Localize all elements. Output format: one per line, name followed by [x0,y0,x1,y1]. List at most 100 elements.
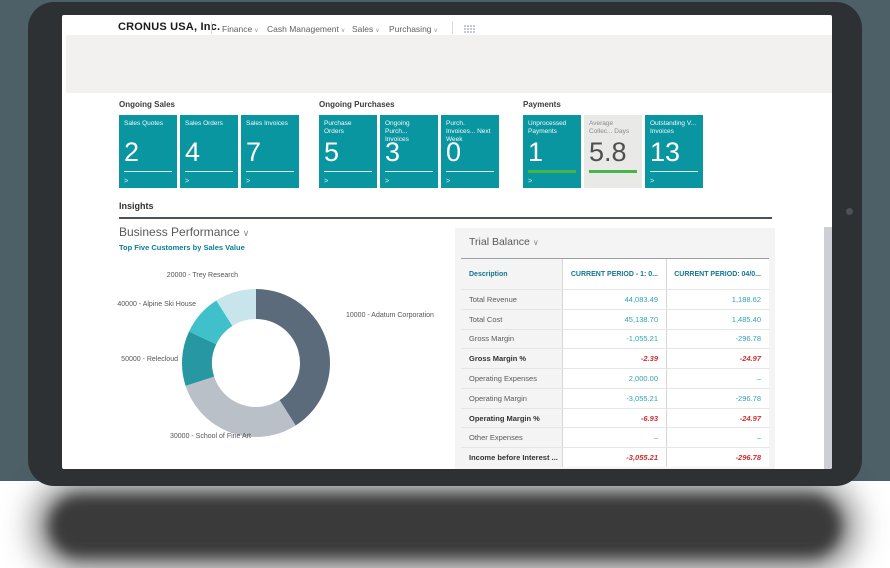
tile-ongoing-purchase-invoices[interactable]: Ongoing Purch... Invoices 3 > [380,115,438,188]
amount-cell[interactable]: -24.97 [666,408,769,428]
tile-purchase-invoices-next-week[interactable]: Purch. Invoices... Next Week 0 > [441,115,499,188]
business-performance-dropdown[interactable]: Business Performance ∨ [119,225,249,239]
row-description: Operating Margin % [469,413,540,423]
chart-title: Top Five Customers by Sales Value [119,243,245,252]
trial-balance-dropdown[interactable]: Trial Balance ∨ [469,236,539,248]
donut-segment[interactable] [256,289,330,426]
amount-cell[interactable]: 2,000.00 [562,369,666,388]
tile-group-title: Ongoing Purchases [319,100,395,109]
tile-value: 0 [446,137,462,167]
tile-label: Average Collec... Days [589,120,630,136]
chevron-down-icon: ∨ [532,238,539,247]
chevron-right-icon: > [650,176,655,185]
amount-cell[interactable]: -296.78 [666,388,769,408]
amount-cell[interactable]: -2.39 [562,349,666,369]
tile-value: 2 [124,137,140,167]
amount-cell[interactable]: 1,188.62 [666,290,769,309]
row-description: Operating Expenses [469,374,537,384]
nav-menu-label: Purchasing [389,24,432,34]
donut-chart [176,283,336,443]
table-row: Gross Margin % -2.39 -24.97 [461,349,769,370]
tile-unprocessed-payments[interactable]: Unprocessed Payments 1 > [523,115,581,188]
tile-label: Sales Quotes [124,120,164,127]
chevron-right-icon: > [324,176,329,185]
tile-group-ongoing-purchases: Ongoing Purchases Purchase Orders 5 > On… [319,100,499,188]
column-header-current-period: CURRENT PERIOD: 04/0... [666,259,769,289]
tablet-shadow [48,494,842,558]
nav-menu-cash-management[interactable]: Cash Management ∨ [267,24,345,34]
chevron-down-icon: ∨ [375,28,380,34]
tile-underline [124,171,172,172]
hero-band [66,35,832,93]
amount-cell[interactable]: – [666,369,769,388]
apps-grid-icon[interactable] [464,24,476,33]
trial-balance-table: Description CURRENT PERIOD - 1: 0... CUR… [461,258,769,468]
donut-segment[interactable] [185,376,296,438]
amount-cell[interactable]: -3,055.21 [562,448,666,468]
tile-label: Sales Orders [185,120,223,127]
table-row: Total Revenue 44,083.49 1,188.62 [461,290,769,310]
tile-value: 7 [246,137,262,167]
table-row: Operating Margin % -6.93 -24.97 [461,408,769,429]
tile-sales-invoices[interactable]: Sales Invoices 7 > [241,115,299,188]
tile-label: Purchase Orders [324,120,352,136]
business-performance-title: Business Performance [119,225,240,239]
nav-menu-label: Sales [352,24,374,34]
tile-group-title: Ongoing Sales [119,100,176,109]
tile-progress-bar [589,170,637,173]
row-description: Other Expenses [469,433,523,443]
amount-cell[interactable]: 44,083.49 [562,290,666,309]
tile-purchase-orders[interactable]: Purchase Orders 5 > [319,115,377,188]
insights-section-title: Insights [119,201,154,211]
tile-outstanding-vendor-invoices[interactable]: Outstanding V... Invoices 13 > [645,115,703,188]
page-edge-strip [824,227,832,469]
tile-progress-bar [528,170,576,173]
nav-menu-label: Finance [222,24,253,34]
amount-cell[interactable]: -24.97 [666,349,769,369]
amount-cell[interactable]: 1,485.40 [666,309,769,329]
amount-cell[interactable]: – [666,428,769,448]
nav-menu-finance[interactable]: Finance ∨ [222,24,259,34]
amount-cell[interactable]: -296.78 [666,448,769,468]
amount-cell[interactable]: -296.78 [666,329,769,349]
tile-sales-quotes[interactable]: Sales Quotes 2 > [119,115,177,188]
chevron-down-icon: ∨ [254,28,259,34]
row-description: Gross Margin % [469,354,527,364]
tile-average-collection-days[interactable]: Average Collec... Days 5.8 [584,115,642,188]
tile-value: 13 [650,137,681,167]
row-description: Gross Margin [469,334,515,344]
tile-underline [650,171,698,172]
nav-divider [452,21,453,34]
tile-sales-orders[interactable]: Sales Orders 4 > [180,115,238,188]
amount-cell[interactable]: – [562,428,666,448]
tile-value: 5.8 [589,137,627,167]
tile-value: 5 [324,137,340,167]
nav-menu-purchasing[interactable]: Purchasing ∨ [389,24,438,34]
amount-cell[interactable]: -1,055.21 [562,329,666,349]
tile-underline [246,171,294,172]
insights-divider [119,217,772,219]
row-description: Operating Margin [469,393,527,403]
nav-menu-sales[interactable]: Sales ∨ [352,24,380,34]
chevron-right-icon: > [446,176,451,185]
chevron-down-icon: ∨ [340,28,346,34]
trial-balance-title: Trial Balance [469,236,530,248]
chevron-right-icon: > [124,176,129,185]
tile-group-ongoing-sales: Ongoing Sales Sales Quotes 2 > Sales Ord… [119,100,299,188]
tablet-device: CRONUS USA, Inc. Finance ∨ Cash Managemen… [28,2,862,486]
tile-value: 3 [385,137,401,167]
tile-value: 4 [185,137,201,167]
row-description: Total Cost [469,314,503,324]
chevron-right-icon: > [385,176,390,185]
row-description: Total Revenue [469,294,517,304]
tile-group-title: Payments [523,100,561,109]
tile-underline [446,171,494,172]
row-description: Income before Interest ... [469,453,558,463]
tile-underline [385,171,433,172]
table-row: Income before Interest ... -3,055.21 -29… [461,448,769,468]
tile-underline [185,171,233,172]
amount-cell[interactable]: -6.93 [562,408,666,428]
amount-cell[interactable]: -3,055.21 [562,388,666,408]
app-screen: CRONUS USA, Inc. Finance ∨ Cash Managemen… [62,15,832,469]
amount-cell[interactable]: 45,138.70 [562,309,666,329]
